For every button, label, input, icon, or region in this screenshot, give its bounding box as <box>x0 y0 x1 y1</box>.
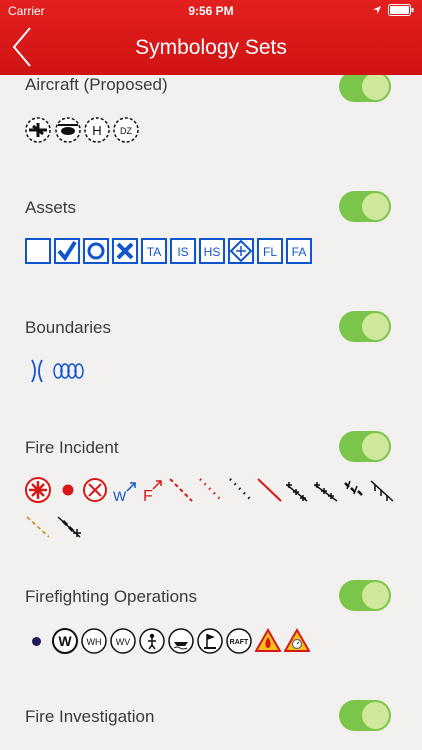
svg-text:F: F <box>143 488 153 505</box>
origin-icon <box>25 477 51 503</box>
dotted-line-icon <box>199 478 223 502</box>
x-box-icon <box>112 238 138 264</box>
location-icon <box>373 6 381 14</box>
toggle-knob <box>362 582 389 609</box>
asset-symbols: TA IS HS FL FA <box>25 238 315 264</box>
toggle-knob <box>362 433 389 460</box>
section-fire-investigation: Fire Investigation <box>0 700 422 750</box>
svg-text:WH: WH <box>87 637 102 647</box>
section-label: Fire Incident <box>25 438 119 457</box>
hs-box-icon: HS <box>199 238 225 264</box>
check-box-icon <box>54 238 80 264</box>
toggle-knob <box>362 702 389 729</box>
svg-text:H: H <box>92 123 101 138</box>
water-source-icon: W <box>52 628 78 654</box>
toggle-knob <box>362 193 389 220</box>
svg-text:W: W <box>58 633 72 649</box>
settings-list: Aircraft (Proposed) H DZ Assets TA IS HS… <box>0 75 422 750</box>
toggle-assets[interactable] <box>339 191 391 222</box>
dotted-black-line-icon <box>229 478 253 502</box>
boundary-symbols <box>31 359 84 383</box>
section-label: Assets <box>25 198 77 217</box>
toggle-fire-investigation[interactable] <box>339 700 391 731</box>
svg-text:IS: IS <box>177 245 188 259</box>
flag-icon <box>197 628 223 654</box>
loop-coil-icon <box>53 363 84 379</box>
fire-incident-symbols: W F <box>25 477 394 538</box>
gauge-warning-icon <box>284 628 310 652</box>
svg-text:HS: HS <box>204 245 221 259</box>
status-right <box>372 4 414 16</box>
raft-icon: RAFT <box>226 628 252 654</box>
section-label: Firefighting Operations <box>25 587 197 606</box>
wind-icon: W <box>113 482 136 504</box>
status-time: 9:56 PM <box>188 4 234 18</box>
page-title: Symbology Sets <box>135 36 287 59</box>
svg-text:TA: TA <box>147 245 161 259</box>
toggle-boundaries[interactable] <box>339 311 391 342</box>
section-aircraft: Aircraft (Proposed) H DZ <box>0 75 422 185</box>
tick-line-icon <box>370 480 394 502</box>
empty-box-icon <box>25 238 51 264</box>
section-label: Boundaries <box>25 318 112 337</box>
section-label: Aircraft (Proposed) <box>25 75 168 94</box>
is-box-icon: IS <box>170 238 196 264</box>
toggle-firefighting-operations[interactable] <box>339 580 391 611</box>
cross-line-2-icon <box>314 482 338 502</box>
helibase-icon: H <box>84 117 110 143</box>
airplane-icon <box>25 117 51 143</box>
dashed-line-icon <box>169 478 193 502</box>
fa-box-icon: FA <box>286 238 312 264</box>
battery-icon <box>388 4 414 16</box>
drop-zone-icon: DZ <box>113 117 139 143</box>
arrow-line-icon <box>344 480 363 496</box>
ta-box-icon: TA <box>141 238 167 264</box>
circle-x-icon <box>83 478 107 502</box>
svg-text:FA: FA <box>292 245 307 259</box>
svg-text:RAFT: RAFT <box>230 639 249 646</box>
fl-box-icon: FL <box>257 238 283 264</box>
person-icon <box>139 628 165 654</box>
hourglass-line-icon <box>31 359 43 383</box>
section-assets: Assets TA IS HS FL FA <box>0 191 422 275</box>
solid-red-line-icon <box>257 478 282 502</box>
toggle-knob <box>362 313 389 340</box>
svg-text:DZ: DZ <box>120 126 132 136</box>
svg-text:FL: FL <box>263 245 277 259</box>
toggle-fire-incident[interactable] <box>339 431 391 462</box>
hazmat-icon <box>228 238 254 264</box>
toggle-knob <box>362 75 389 100</box>
toggle-aircraft[interactable] <box>339 75 391 102</box>
spike-line-icon <box>57 516 81 538</box>
nav-bar: Carrier 9:56 PM Symbology Sets <box>0 0 422 75</box>
spot-icon <box>62 484 74 496</box>
orange-dashed-line-icon <box>26 516 50 538</box>
circle-box-icon <box>83 238 109 264</box>
wv-icon: WV <box>110 628 136 654</box>
aircraft-symbols: H DZ <box>25 117 139 143</box>
firefighting-symbols: W WH WV RAFT <box>32 628 322 654</box>
dot-icon <box>32 637 41 646</box>
boat-icon <box>168 628 194 654</box>
svg-text:WV: WV <box>116 637 131 647</box>
wh-icon: WH <box>81 628 107 654</box>
section-firefighting-operations: Firefighting Operations W WH WV RAFT <box>0 580 422 674</box>
cross-line-icon <box>286 482 308 502</box>
svg-text:W: W <box>113 488 127 504</box>
section-label: Fire Investigation <box>25 707 155 726</box>
helicopter-icon <box>55 117 81 143</box>
fire-spread-icon: F <box>143 480 162 505</box>
fire-warning-icon <box>255 628 281 652</box>
section-fire-incident: Fire Incident W F <box>0 431 422 545</box>
section-boundaries: Boundaries <box>0 311 422 390</box>
